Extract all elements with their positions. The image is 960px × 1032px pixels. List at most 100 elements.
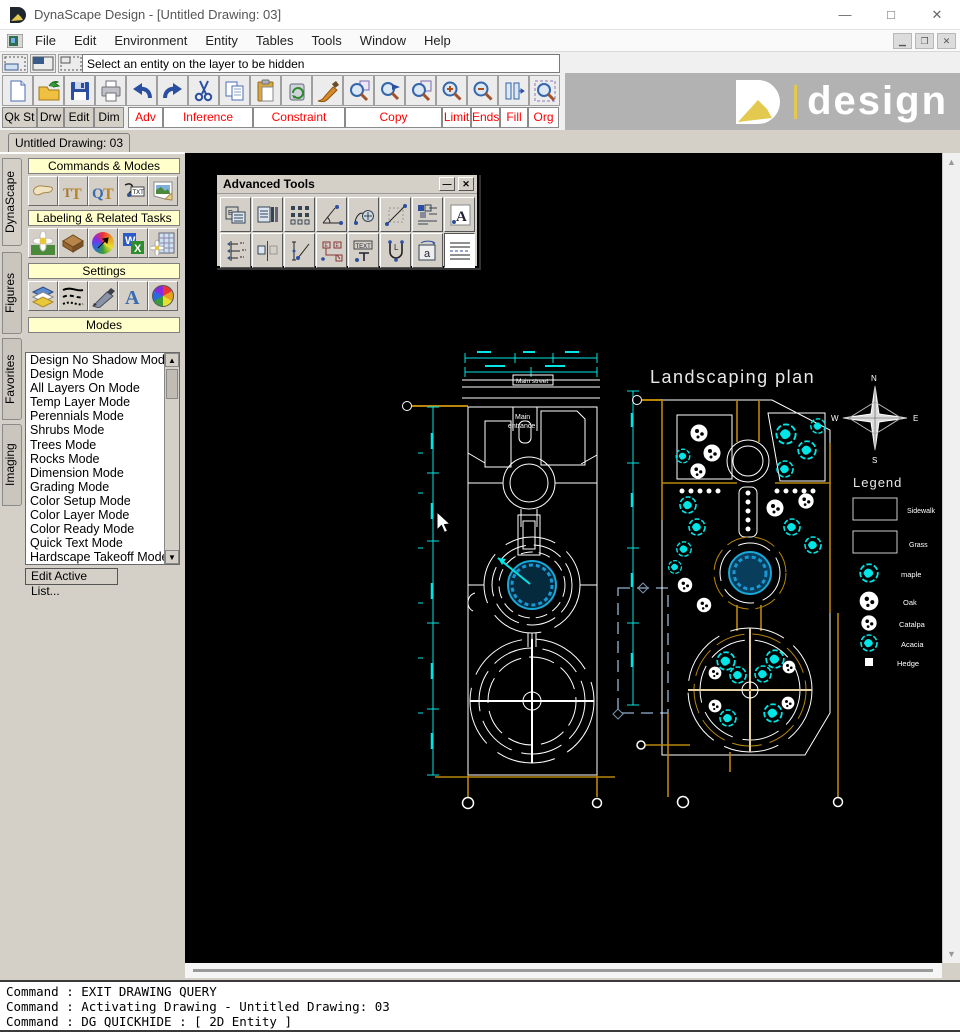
curve-text-button[interactable]: TXT [118,176,148,206]
line-spacing-tool[interactable] [444,233,475,268]
radius-shape-tool[interactable]: L [380,233,411,268]
save-button[interactable] [64,75,95,106]
color-label-button[interactable] [88,228,118,258]
scroll-down-icon[interactable]: ▼ [165,550,179,564]
zoom-in-button[interactable] [436,75,467,106]
pan-view-button[interactable] [498,75,529,106]
align-objects-tool[interactable] [252,233,283,268]
block-table-tool[interactable] [252,197,283,232]
drawing-canvas[interactable]: Main street Main entrance Landscaping pl… [185,153,942,963]
mode-item[interactable]: Design Mode [26,367,179,381]
modes-scrollbar[interactable]: ▲ ▼ [164,353,179,564]
mdi-minimize-button[interactable]: ▁ [893,33,912,49]
mode-item[interactable]: Grading Mode [26,480,179,494]
tab-constraint[interactable]: Constraint [253,107,345,128]
angle-dimension-tool[interactable] [316,197,347,232]
mode-item[interactable]: Quick Text Mode [26,536,179,550]
menu-help[interactable]: Help [415,30,460,51]
maximize-button[interactable]: □ [868,0,914,30]
mode-item[interactable]: Temp Layer Mode [26,395,179,409]
sidebar-tab-imaging[interactable]: Imaging [2,424,22,506]
canvas-horizontal-scrollbar[interactable] [185,963,942,978]
mode-item[interactable]: Design No Shadow Mode [26,353,179,367]
drawing-tab[interactable]: Untitled Drawing: 03 [8,133,130,152]
cut-button[interactable] [188,75,219,106]
edit-active-list-button[interactable]: Edit Active List... [25,568,118,598]
ordinate-dimension-tool[interactable] [220,233,251,268]
scrollbar-thumb[interactable] [193,969,933,972]
select-layer-button[interactable] [30,54,56,73]
canvas-vertical-scrollbar[interactable]: ▲ ▼ [942,153,960,963]
tab-copy[interactable]: Copy [345,107,442,128]
tab-qkst[interactable]: Qk St [2,107,37,128]
mdi-close-button[interactable]: ✕ [937,33,956,49]
undo-button[interactable] [126,75,157,106]
menu-window[interactable]: Window [351,30,415,51]
mode-item[interactable]: Perennials Mode [26,409,179,423]
mode-item[interactable]: Hardscape Takeoff Mode [26,550,179,564]
mode-item[interactable]: All Layers On Mode [26,381,179,395]
text-insert-tool[interactable]: TEXT [348,233,379,268]
tab-inference[interactable]: Inference [163,107,253,128]
purge-button[interactable] [281,75,312,106]
tab-limit[interactable]: Limit [442,107,471,128]
color-settings-button[interactable] [148,281,178,311]
layers-button[interactable] [28,281,58,311]
redo-button[interactable] [157,75,188,106]
copy-button[interactable] [219,75,250,106]
new-document-button[interactable] [2,75,33,106]
linestyle-button[interactable] [58,281,88,311]
menu-edit[interactable]: Edit [65,30,105,51]
palette-titlebar[interactable]: Advanced Tools — ✕ [217,175,477,194]
match-properties-button[interactable] [312,75,343,106]
zoom-out-button[interactable] [467,75,498,106]
mode-item[interactable]: Shrubs Mode [26,423,179,437]
scroll-down-icon[interactable]: ▼ [945,949,958,959]
tab-dim[interactable]: Dim [94,107,124,128]
mode-item[interactable]: Color Layer Mode [26,508,179,522]
palette-minimize-button[interactable]: — [439,177,455,191]
tab-fill[interactable]: Fill [500,107,528,128]
sidebar-tab-favorites[interactable]: Favorites [2,338,22,420]
plant-label-button[interactable] [28,228,58,258]
mdi-restore-button[interactable]: ❐ [915,33,934,49]
zoom-dynamic-button[interactable] [374,75,405,106]
sidebar-tab-dynascape[interactable]: DynaScape [2,158,22,246]
mode-item[interactable]: Rocks Mode [26,452,179,466]
menu-environment[interactable]: Environment [105,30,196,51]
array-tool[interactable] [284,197,315,232]
rotate-text-tool[interactable]: a [412,233,443,268]
text-style-tool[interactable]: A [444,197,475,232]
mode-item[interactable]: Dimension Mode [26,466,179,480]
tab-adv[interactable]: Adv [128,107,163,128]
scroll-up-icon[interactable]: ▲ [165,353,179,367]
tab-edit[interactable]: Edit [64,107,94,128]
menu-file[interactable]: File [26,30,65,51]
zoom-selection-button[interactable] [529,75,560,106]
menu-tables[interactable]: Tables [247,30,303,51]
zoom-window-button[interactable] [405,75,436,106]
leader-line-tool[interactable] [284,233,315,268]
scrollbar-thumb[interactable] [166,369,178,399]
minimize-button[interactable]: — [822,0,868,30]
pen-settings-button[interactable] [88,281,118,311]
mode-item[interactable]: Trees Mode [26,438,179,452]
font-settings-button[interactable]: A [118,281,148,311]
menu-entity[interactable]: Entity [196,30,247,51]
multi-leader-tool[interactable]: E E [316,233,347,268]
paste-button[interactable] [250,75,281,106]
print-button[interactable] [95,75,126,106]
open-button[interactable] [33,75,64,106]
text-tt-button[interactable]: T T [58,176,88,206]
palette-close-button[interactable]: ✕ [458,177,474,191]
zoom-previous-button[interactable] [343,75,374,106]
tab-org[interactable]: Org [528,107,559,128]
sidebar-tab-figures[interactable]: Figures [2,252,22,334]
menu-tools[interactable]: Tools [302,30,350,51]
office-export-button[interactable]: W X [118,228,148,258]
mode-item[interactable]: Color Setup Mode [26,494,179,508]
block-list-tool[interactable] [412,197,443,232]
plant-table-button[interactable] [148,228,178,258]
select-window-button[interactable] [2,54,28,73]
tab-drw[interactable]: Drw [37,107,64,128]
